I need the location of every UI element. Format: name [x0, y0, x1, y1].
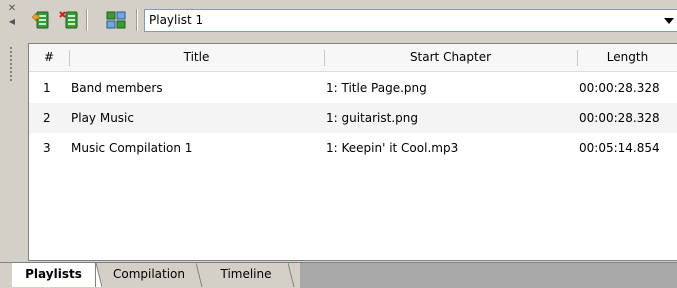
- close-icon[interactable]: ✕: [6, 3, 18, 15]
- row-start-chapter: 1: Title Page.png: [326, 81, 427, 95]
- playlist-properties-icon: [106, 11, 126, 29]
- row-start-chapter: 1: guitarist.png: [326, 111, 418, 125]
- row-number: 3: [43, 141, 51, 155]
- playlist-select-value: Playlist 1: [149, 13, 204, 27]
- row-start-chapter: 1: Keepin' it Cool.mp3: [326, 141, 459, 155]
- row-title: Play Music: [71, 111, 134, 125]
- row-number: 1: [43, 81, 51, 95]
- row-length: 00:00:28.328: [579, 81, 660, 95]
- toolbar-separator: [86, 9, 88, 31]
- playlist-table: # Title Start Chapter Length 1 Band memb…: [28, 43, 677, 261]
- playlist-select[interactable]: Playlist 1: [144, 9, 677, 32]
- dock-strip: ✕ ◀: [0, 0, 22, 262]
- column-header-start-chapter[interactable]: Start Chapter: [324, 44, 577, 71]
- column-header-length[interactable]: Length: [577, 44, 677, 71]
- row-length: 00:05:14.854: [579, 141, 660, 155]
- tab-timeline[interactable]: Timeline: [202, 263, 290, 287]
- bottom-tab-bar: Playlists Compilation Timeline: [0, 262, 677, 288]
- row-title: Music Compilation 1: [71, 141, 193, 155]
- row-length: 00:00:28.328: [579, 111, 660, 125]
- tab-playlists[interactable]: Playlists: [12, 263, 96, 287]
- playlist-properties-button[interactable]: [105, 9, 127, 31]
- column-header-title[interactable]: Title: [69, 44, 324, 71]
- table-row[interactable]: 2 Play Music 1: guitarist.png 00:00:28.3…: [29, 103, 677, 133]
- drag-grip-icon[interactable]: [9, 46, 13, 82]
- remove-playlist-icon: [59, 11, 78, 29]
- tab-compilation[interactable]: Compilation: [100, 263, 198, 287]
- add-playlist-icon: [31, 11, 49, 29]
- row-number: 2: [43, 111, 51, 125]
- row-title: Band members: [71, 81, 163, 95]
- toolbar: Playlist 1: [28, 6, 677, 36]
- playlist-panel: ✕ ◀ Playlist 1 # Title Start Chapter Len…: [0, 0, 677, 288]
- pin-icon[interactable]: ◀: [6, 16, 18, 28]
- chevron-down-icon[interactable]: [660, 10, 677, 31]
- add-playlist-button[interactable]: [30, 9, 52, 31]
- toolbar-separator: [136, 9, 138, 31]
- column-header-number[interactable]: #: [29, 44, 69, 71]
- remove-playlist-button[interactable]: [59, 9, 81, 31]
- table-row[interactable]: 1 Band members 1: Title Page.png 00:00:2…: [29, 73, 677, 103]
- table-row[interactable]: 3 Music Compilation 1 1: Keepin' it Cool…: [29, 133, 677, 163]
- table-header: # Title Start Chapter Length: [29, 44, 677, 72]
